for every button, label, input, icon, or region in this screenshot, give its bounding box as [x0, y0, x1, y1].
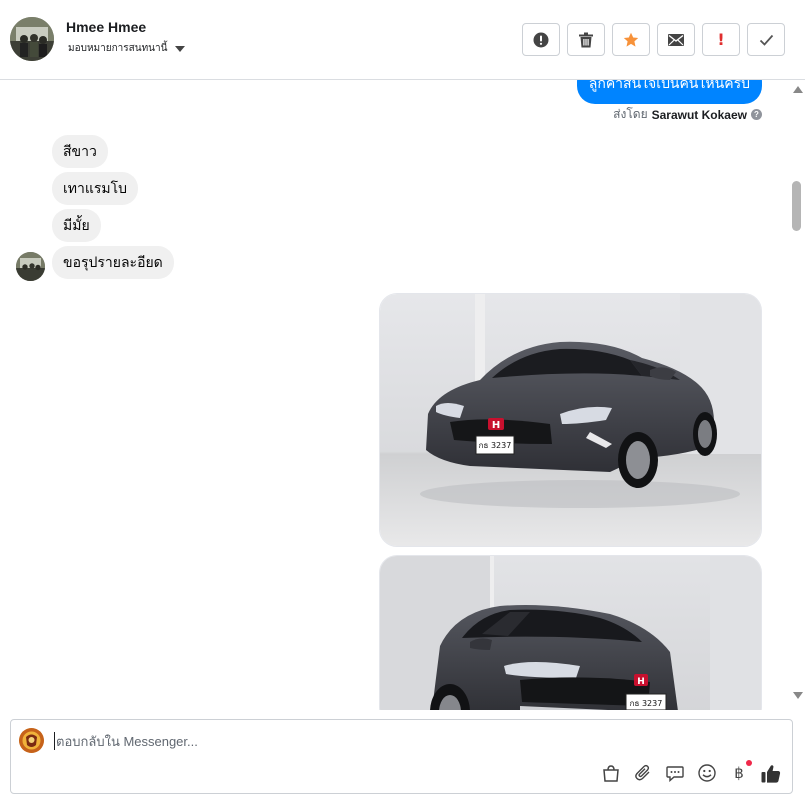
scroll-up-arrow-icon[interactable] — [793, 86, 803, 93]
like-button[interactable] — [760, 762, 782, 784]
alert-circle-icon — [533, 32, 549, 47]
scrollbar-thumb[interactable] — [792, 181, 801, 231]
notification-dot — [746, 760, 752, 766]
contact-avatar[interactable] — [10, 17, 54, 61]
mark-spam-button[interactable] — [522, 23, 560, 56]
outgoing-message-bubble: ลูกค้าสนใจเป็นคันไหนครับ — [576, 80, 762, 104]
scroll-down-arrow-icon[interactable] — [793, 692, 803, 699]
car-badge: H — [637, 677, 645, 687]
reply-composer: ฿ — [10, 719, 793, 794]
conversation-actions: ! — [522, 23, 785, 56]
incoming-message-bubble: เทาแรมโบ — [52, 172, 139, 205]
car-photo-2[interactable]: H กธ 3237 — [379, 555, 762, 710]
mark-unread-button[interactable] — [657, 23, 695, 56]
composer-toolbar: ฿ — [600, 760, 782, 784]
page-avatar — [19, 728, 44, 753]
sent-by-name[interactable]: Sarawut Kokaew — [652, 108, 747, 122]
assign-label: มอบหมายการสนทนานี้ — [68, 43, 168, 54]
reply-input[interactable] — [54, 732, 754, 750]
conversation-header: Hmee Hmee มอบหมายการสนทนานี้ ! — [0, 0, 805, 80]
messenger-inbox: Hmee Hmee มอบหมายการสนทนานี้ ! ลูกค้าสนใ… — [0, 0, 805, 802]
quick-reply-button[interactable] — [664, 762, 686, 784]
envelope-icon — [668, 33, 684, 46]
car-image: H กธ 3237 — [380, 556, 761, 710]
emoji-icon — [698, 764, 716, 782]
mark-done-button[interactable] — [747, 23, 785, 56]
saved-replies-icon — [603, 764, 619, 782]
thumbs-up-icon — [761, 764, 781, 783]
message-thread[interactable]: ลูกค้าสนใจเป็นคันไหนครับ ส่งโดย Sarawut … — [0, 80, 790, 710]
flag-important-button[interactable]: ! — [702, 23, 740, 56]
emoji-button[interactable] — [696, 762, 718, 784]
sender-avatar[interactable] — [16, 252, 45, 281]
caret-down-icon — [175, 45, 186, 52]
star-icon — [623, 32, 639, 47]
attach-file-button[interactable] — [632, 762, 654, 784]
payment-icon: ฿ — [734, 764, 744, 782]
delete-button[interactable] — [567, 23, 605, 56]
check-icon — [759, 34, 773, 46]
trash-icon — [579, 32, 593, 47]
incoming-message-bubble: สีขาว — [52, 135, 108, 168]
license-plate: กธ 3237 — [479, 441, 512, 450]
contact-name[interactable]: Hmee Hmee — [66, 19, 146, 35]
thread-scrollbar[interactable] — [790, 80, 805, 710]
quick-reply-icon — [666, 765, 684, 782]
incoming-message-bubble: มีมั้ย — [52, 209, 101, 242]
payment-button[interactable]: ฿ — [728, 760, 752, 784]
attachment-icon — [635, 764, 650, 781]
car-badge: H — [492, 420, 500, 431]
car-photo-1[interactable]: H กธ 3237 — [379, 293, 762, 547]
star-button[interactable] — [612, 23, 650, 56]
help-icon[interactable]: ? — [751, 109, 762, 120]
incoming-message-bubble: ขอรุปรายละอียด — [52, 246, 174, 279]
saved-replies-button[interactable] — [600, 762, 622, 784]
assign-conversation-dropdown[interactable]: มอบหมายการสนทนานี้ — [68, 41, 186, 56]
license-plate: กธ 3237 — [630, 699, 663, 708]
sent-by-prefix: ส่งโดย — [613, 107, 648, 121]
sent-by-label: ส่งโดย Sarawut Kokaew ? — [613, 105, 762, 124]
car-image: H กธ 3237 — [380, 294, 761, 546]
exclamation-icon: ! — [717, 30, 725, 49]
